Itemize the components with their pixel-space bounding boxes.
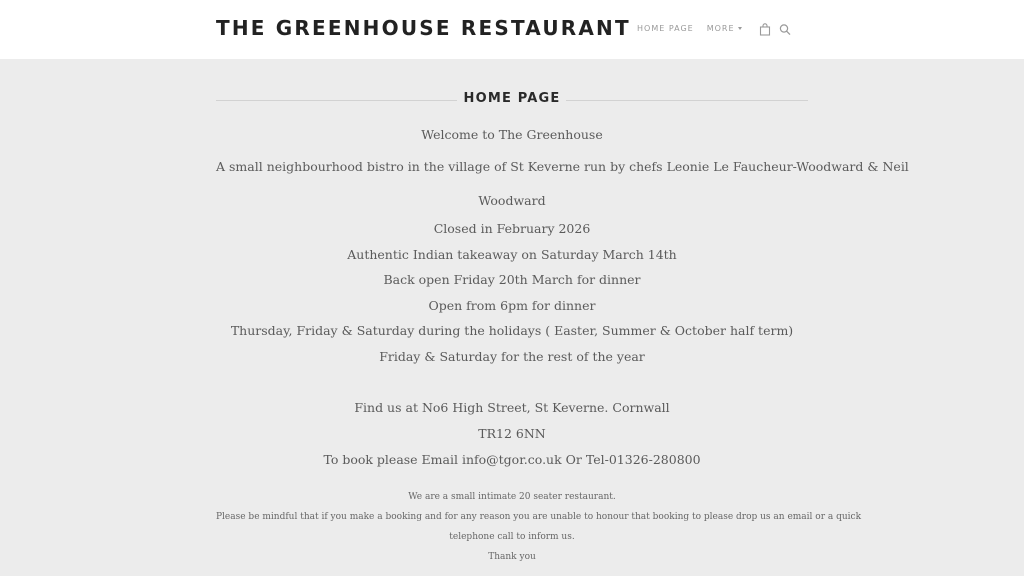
page-heading-row: HOME PAGE bbox=[216, 90, 808, 110]
address-text: Find us at No6 High Street, St Keverne. … bbox=[354, 400, 670, 415]
postcode-text: TR12 6NN bbox=[478, 426, 546, 441]
booking-contact: To book please Email info@tgor.co.uk Or … bbox=[323, 452, 701, 467]
bag-icon[interactable] bbox=[759, 23, 772, 36]
thank-you-note: Thank you bbox=[488, 552, 536, 562]
holiday-days: Thursday, Friday & Saturday during the h… bbox=[230, 323, 794, 338]
opening-hours: Open from 6pm for dinner bbox=[428, 298, 596, 313]
nav-more-dropdown[interactable]: MORE bbox=[707, 24, 742, 33]
main-nav: HOME PAGE MORE bbox=[637, 24, 742, 33]
intro-text-continued: Woodward bbox=[478, 193, 546, 208]
heading-divider-right bbox=[566, 100, 808, 101]
site-title[interactable]: THE GREENHOUSE RESTAURANT bbox=[216, 16, 631, 40]
booking-policy-note: Please be mindful that if you make a boo… bbox=[216, 512, 862, 522]
closure-notice: Closed in February 2026 bbox=[433, 221, 591, 236]
takeaway-notice: Authentic Indian takeaway on Saturday Ma… bbox=[347, 247, 677, 262]
regular-days: Friday & Saturday for the rest of the ye… bbox=[379, 349, 645, 364]
nav-more-label: MORE bbox=[706, 24, 735, 33]
reopening-notice: Back open Friday 20th March for dinner bbox=[383, 272, 641, 287]
booking-policy-note-continued: telephone call to inform us. bbox=[449, 532, 575, 542]
page-title: HOME PAGE bbox=[463, 91, 561, 106]
nav-home-page[interactable]: HOME PAGE bbox=[637, 24, 694, 33]
intro-text: A small neighbourhood bistro in the vill… bbox=[216, 159, 909, 174]
search-icon[interactable] bbox=[779, 23, 792, 36]
welcome-text: Welcome to The Greenhouse bbox=[421, 127, 603, 142]
chevron-down-icon bbox=[737, 27, 742, 30]
site-header: THE GREENHOUSE RESTAURANT HOME PAGE MORE bbox=[0, 0, 1024, 59]
restaurant-size-note: We are a small intimate 20 seater restau… bbox=[408, 492, 616, 502]
